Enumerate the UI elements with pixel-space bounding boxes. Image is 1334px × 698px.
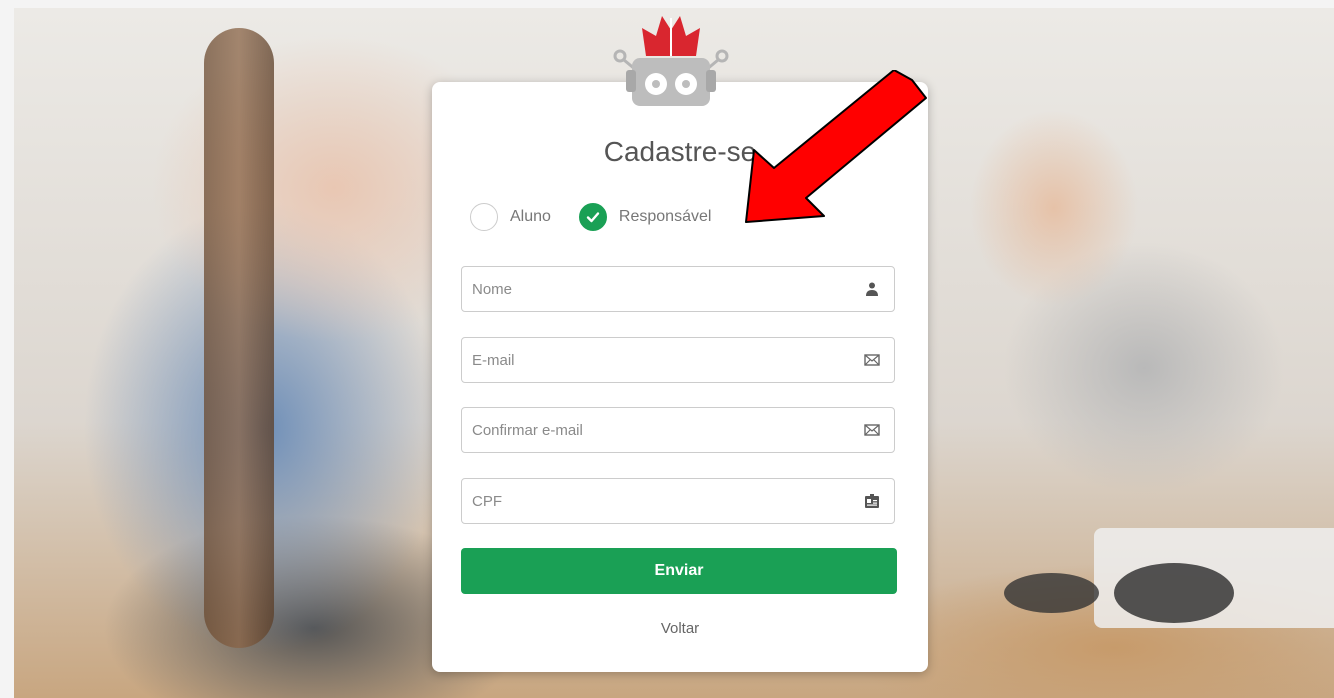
id-card-icon bbox=[865, 494, 879, 508]
user-icon bbox=[866, 282, 878, 296]
radio-unchecked-icon bbox=[470, 203, 498, 231]
checkmark-icon bbox=[578, 203, 607, 231]
envelope-icon bbox=[864, 354, 880, 366]
confirm-email-field-wrapper bbox=[461, 407, 895, 453]
background-decoration bbox=[1114, 563, 1234, 623]
cpf-field-wrapper bbox=[461, 478, 895, 524]
radio-label: Aluno bbox=[510, 208, 551, 225]
cpf-input[interactable] bbox=[462, 479, 894, 523]
radio-aluno[interactable]: Aluno bbox=[470, 203, 551, 231]
radio-label: Responsável bbox=[618, 208, 712, 225]
background-decoration bbox=[204, 28, 274, 648]
robot-logo-icon bbox=[613, 16, 729, 106]
confirm-email-input[interactable] bbox=[462, 408, 894, 452]
name-input[interactable] bbox=[462, 267, 894, 311]
email-field-wrapper bbox=[461, 337, 895, 383]
name-field-wrapper bbox=[461, 266, 895, 312]
radio-responsavel[interactable]: Responsável bbox=[578, 203, 712, 231]
background-decoration bbox=[1004, 573, 1099, 613]
envelope-icon bbox=[864, 424, 880, 436]
account-type-selector: Aluno Responsável bbox=[470, 203, 739, 231]
back-link[interactable]: Voltar bbox=[432, 620, 928, 637]
email-input[interactable] bbox=[462, 338, 894, 382]
annotation-arrow-icon bbox=[745, 70, 927, 223]
submit-button[interactable]: Enviar bbox=[461, 548, 897, 594]
